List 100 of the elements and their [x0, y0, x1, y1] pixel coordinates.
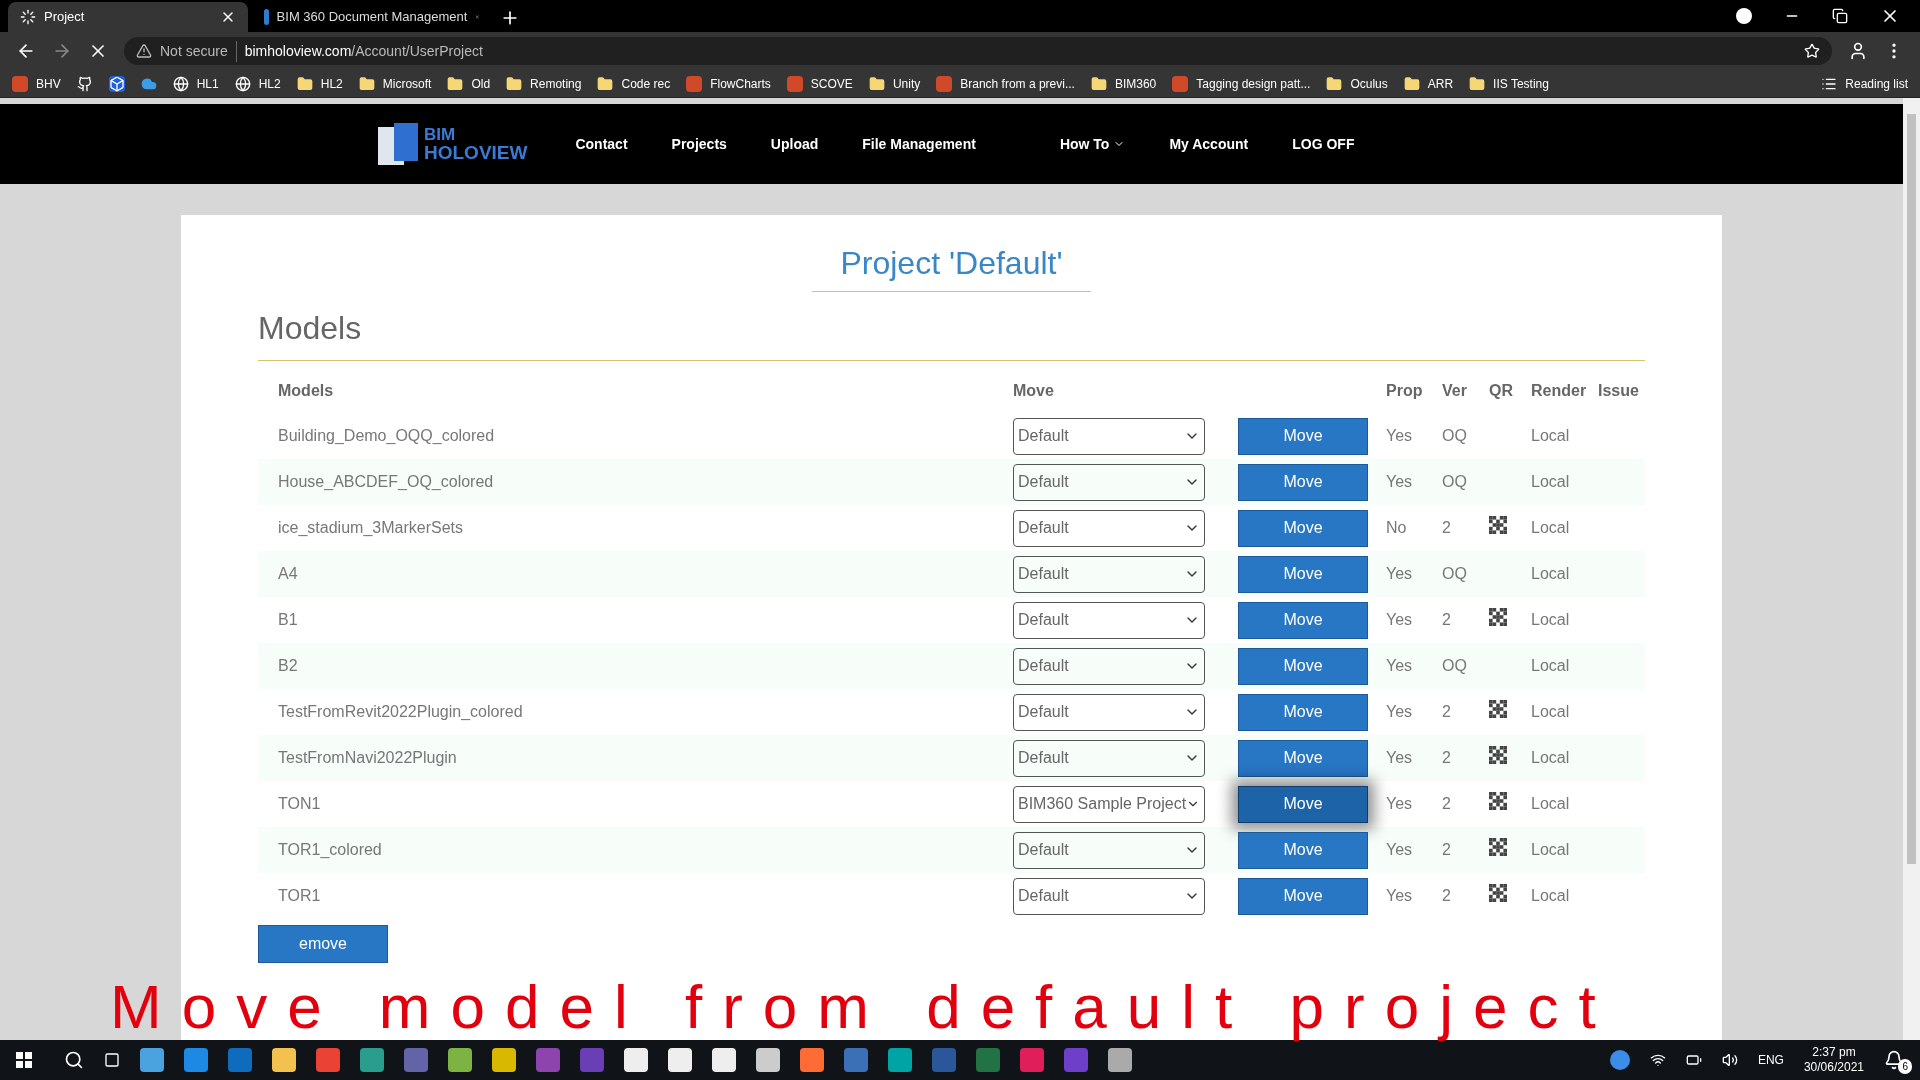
project-select[interactable]: Default: [1013, 417, 1205, 455]
bookmark-link[interactable]: Remoting: [530, 74, 582, 93]
move-button[interactable]: Move: [1238, 647, 1368, 685]
nav-link[interactable]: Projects: [671, 133, 727, 155]
app-icon[interactable]: [1020, 1048, 1044, 1072]
nav-link[interactable]: How To: [1059, 133, 1126, 155]
app-icon[interactable]: [184, 1048, 208, 1072]
move-button[interactable]: Move: [1238, 739, 1368, 777]
project-select[interactable]: Default: [1013, 601, 1205, 639]
project-select[interactable]: Default: [1013, 739, 1205, 777]
bookmark-link[interactable]: HL2: [258, 74, 281, 93]
app-icon[interactable]: [800, 1048, 824, 1072]
address-field[interactable]: Not secure bimholoview.com/Account/UserProject: [124, 37, 1832, 65]
bookmark-link[interactable]: ARR: [1427, 74, 1454, 93]
nav-link[interactable]: My Account: [1169, 133, 1249, 155]
speaker-icon[interactable]: [1721, 1052, 1738, 1068]
app-icon[interactable]: [228, 1048, 252, 1072]
task-view-icon[interactable]: [104, 1052, 120, 1068]
nav-link[interactable]: File Management: [862, 133, 976, 155]
move-button[interactable]: Move: [1238, 509, 1368, 547]
move-button[interactable]: Move: [1238, 877, 1368, 915]
app-icon[interactable]: [624, 1048, 648, 1072]
remove-button[interactable]: emove: [258, 925, 388, 963]
model-name: TON1: [258, 781, 1013, 827]
project-select[interactable]: Default: [1013, 877, 1205, 915]
model-name: TOR1_colored: [258, 827, 1013, 873]
project-select[interactable]: Default: [1013, 647, 1205, 685]
nav-link[interactable]: LOG OFF: [1292, 133, 1355, 155]
move-button[interactable]: Move: [1238, 785, 1368, 823]
app-icon[interactable]: [140, 1048, 164, 1072]
move-button[interactable]: Move: [1238, 555, 1368, 593]
profile-icon[interactable]: [1848, 41, 1868, 61]
move-button[interactable]: Move: [1238, 831, 1368, 869]
move-button[interactable]: Move: [1238, 463, 1368, 501]
bookmark-link[interactable]: BIM360: [1114, 74, 1157, 93]
app-icon[interactable]: [888, 1048, 912, 1072]
url-host: bimholoview.com: [244, 41, 352, 61]
app-icon[interactable]: [668, 1048, 692, 1072]
bookmark-link[interactable]: Unity: [892, 74, 921, 93]
bookmark-link[interactable]: Microsoft: [382, 74, 432, 93]
wifi-icon[interactable]: [1649, 1052, 1666, 1068]
app-icon[interactable]: [756, 1048, 780, 1072]
bookmark-link[interactable]: Branch from a previ...: [960, 74, 1075, 93]
nav-link[interactable]: Upload: [770, 133, 819, 155]
search-icon[interactable]: [64, 1050, 84, 1070]
project-select[interactable]: Default: [1013, 693, 1205, 731]
move-button[interactable]: Move: [1238, 601, 1368, 639]
logo-text: HOLOVIEW: [424, 143, 528, 162]
language-indicator[interactable]: ENG: [1757, 1051, 1784, 1069]
app-icon[interactable]: [1108, 1048, 1132, 1072]
app-icon[interactable]: [580, 1048, 604, 1072]
app-icon[interactable]: [536, 1048, 560, 1072]
project-select[interactable]: Default: [1013, 555, 1205, 593]
model-name: TestFromNavi2022Plugin: [258, 735, 1013, 781]
app-icon[interactable]: [932, 1048, 956, 1072]
restore-icon[interactable]: [1832, 8, 1848, 24]
app-icon[interactable]: [844, 1048, 868, 1072]
bookmark-link[interactable]: Old: [471, 74, 491, 93]
project-select[interactable]: BIM360 Sample Project: [1013, 785, 1205, 823]
github-icon: [76, 75, 93, 92]
move-button[interactable]: Move: [1238, 417, 1368, 455]
app-icon[interactable]: [316, 1048, 340, 1072]
bookmark-link[interactable]: HL2: [320, 74, 343, 93]
app-icon[interactable]: [404, 1048, 428, 1072]
bookmark-link[interactable]: IIS Testing: [1493, 74, 1549, 93]
reading-list-link[interactable]: Reading list: [1845, 74, 1908, 93]
render-cell: Local: [1531, 689, 1598, 735]
render-cell: Local: [1531, 781, 1598, 827]
column-header: Prop: [1386, 369, 1442, 413]
bookmark-star-icon[interactable]: [1804, 43, 1820, 59]
app-icon[interactable]: [1064, 1048, 1088, 1072]
bookmark-link[interactable]: SCOVE: [810, 74, 853, 93]
app-icon[interactable]: [712, 1048, 736, 1072]
folder-icon: [1326, 75, 1343, 92]
project-select[interactable]: Default: [1013, 463, 1205, 501]
app-icon[interactable]: [492, 1048, 516, 1072]
app-icon[interactable]: [360, 1048, 384, 1072]
qr-code-icon: [1489, 837, 1507, 856]
bookmark-link[interactable]: HL1: [196, 74, 219, 93]
model-name: TOR1: [258, 873, 1013, 919]
bookmark-link[interactable]: FlowCharts: [710, 74, 771, 93]
windows-start-icon[interactable]: [16, 1052, 32, 1068]
app-icon[interactable]: [448, 1048, 472, 1072]
version-cell: 2: [1442, 689, 1489, 735]
bookmark-link[interactable]: Oculus: [1350, 74, 1388, 93]
project-select[interactable]: Default: [1013, 509, 1205, 547]
nav-link[interactable]: Contact: [575, 133, 628, 155]
tab-title: Project: [44, 8, 86, 27]
bookmark-link[interactable]: BHV: [36, 74, 61, 93]
project-select[interactable]: Default: [1013, 831, 1205, 869]
bookmark-link[interactable]: Code rec: [621, 74, 671, 93]
prop-cell: Yes: [1386, 413, 1442, 459]
bookmark-link[interactable]: Tagging design patt...: [1196, 74, 1311, 93]
battery-icon[interactable]: [1685, 1052, 1702, 1068]
folder-icon: [1090, 75, 1107, 92]
app-icon[interactable]: [976, 1048, 1000, 1072]
move-button[interactable]: Move: [1238, 693, 1368, 731]
column-header: Models: [277, 381, 335, 401]
browser-tab[interactable]: Project: [8, 2, 248, 32]
app-icon[interactable]: [272, 1048, 296, 1072]
